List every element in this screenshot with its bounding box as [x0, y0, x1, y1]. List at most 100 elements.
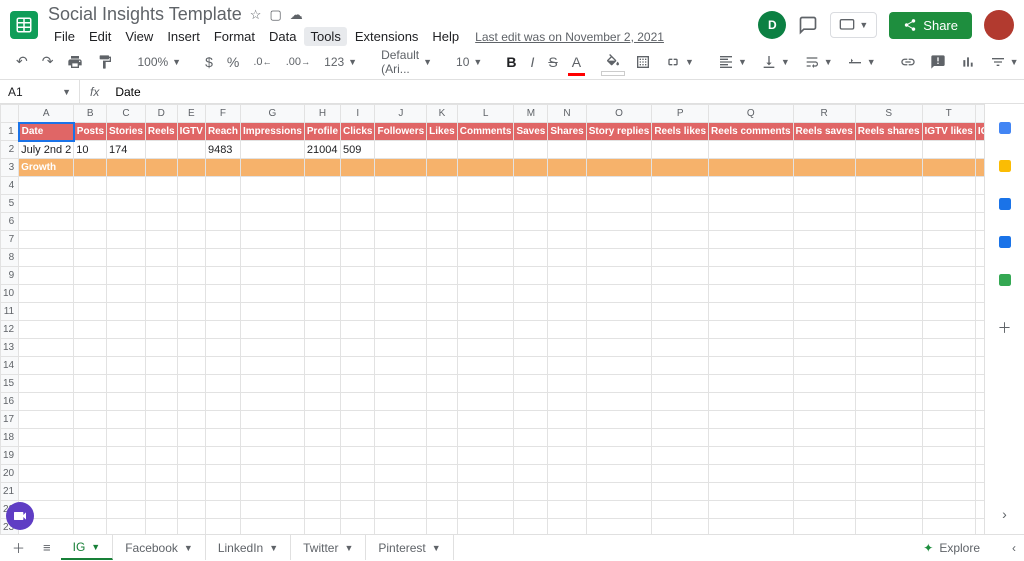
user-avatar[interactable] — [984, 10, 1014, 40]
cell-G7[interactable] — [240, 231, 304, 249]
filter-button[interactable]: ▼ — [984, 52, 1024, 72]
col-header-K[interactable]: K — [427, 105, 458, 123]
cell-M1[interactable]: Saves — [514, 123, 548, 141]
cell-I17[interactable] — [341, 411, 375, 429]
cell-C18[interactable] — [107, 429, 146, 447]
cell-J22[interactable] — [375, 501, 427, 519]
col-header-H[interactable]: H — [304, 105, 340, 123]
cell-K4[interactable] — [427, 177, 458, 195]
star-icon[interactable]: ☆ — [250, 7, 262, 23]
cell-E13[interactable] — [177, 339, 205, 357]
cell-K13[interactable] — [427, 339, 458, 357]
cell-R22[interactable] — [793, 501, 855, 519]
cell-E10[interactable] — [177, 285, 205, 303]
col-header-M[interactable]: M — [514, 105, 548, 123]
cell-D11[interactable] — [145, 303, 177, 321]
cell-C9[interactable] — [107, 267, 146, 285]
cell-L8[interactable] — [457, 249, 514, 267]
sheet-tab-linkedin[interactable]: LinkedIn▼ — [206, 535, 291, 560]
cell-S3[interactable] — [855, 159, 922, 177]
cell-R23[interactable] — [793, 519, 855, 535]
cell-L20[interactable] — [457, 465, 514, 483]
cell-C14[interactable] — [107, 357, 146, 375]
cell-Q1[interactable]: Reels comments — [709, 123, 793, 141]
cell-I7[interactable] — [341, 231, 375, 249]
cell-K11[interactable] — [427, 303, 458, 321]
cell-N13[interactable] — [548, 339, 586, 357]
cell-P4[interactable] — [652, 177, 709, 195]
cell-A8[interactable] — [19, 249, 74, 267]
col-header-P[interactable]: P — [652, 105, 709, 123]
rotate-button[interactable]: ▼ — [841, 52, 882, 72]
borders-button[interactable] — [629, 50, 657, 74]
cell-R18[interactable] — [793, 429, 855, 447]
row-header-13[interactable]: 13 — [1, 339, 19, 357]
cell-B22[interactable] — [74, 501, 107, 519]
cell-D9[interactable] — [145, 267, 177, 285]
cell-E17[interactable] — [177, 411, 205, 429]
formula-input[interactable] — [109, 85, 1024, 99]
cell-K18[interactable] — [427, 429, 458, 447]
cell-J21[interactable] — [375, 483, 427, 501]
cell-M19[interactable] — [514, 447, 548, 465]
cell-R4[interactable] — [793, 177, 855, 195]
cell-T19[interactable] — [922, 447, 975, 465]
cell-Q2[interactable] — [709, 141, 793, 159]
cell-Q21[interactable] — [709, 483, 793, 501]
cell-N12[interactable] — [548, 321, 586, 339]
cell-Q5[interactable] — [709, 195, 793, 213]
cell-E5[interactable] — [177, 195, 205, 213]
cell-R21[interactable] — [793, 483, 855, 501]
cell-U19[interactable] — [975, 447, 984, 465]
cell-H9[interactable] — [304, 267, 340, 285]
cell-E12[interactable] — [177, 321, 205, 339]
cell-P5[interactable] — [652, 195, 709, 213]
cell-Q8[interactable] — [709, 249, 793, 267]
cell-G17[interactable] — [240, 411, 304, 429]
row-header-15[interactable]: 15 — [1, 375, 19, 393]
cell-O3[interactable] — [586, 159, 652, 177]
cell-J2[interactable] — [375, 141, 427, 159]
cell-I11[interactable] — [341, 303, 375, 321]
cell-U1[interactable]: IGTV — [975, 123, 984, 141]
cell-Q17[interactable] — [709, 411, 793, 429]
cell-O19[interactable] — [586, 447, 652, 465]
cell-F19[interactable] — [205, 447, 240, 465]
cell-O1[interactable]: Story replies — [586, 123, 652, 141]
cell-F10[interactable] — [205, 285, 240, 303]
bold-button[interactable]: B — [500, 50, 522, 74]
cell-B11[interactable] — [74, 303, 107, 321]
cell-J12[interactable] — [375, 321, 427, 339]
cell-F9[interactable] — [205, 267, 240, 285]
cell-P10[interactable] — [652, 285, 709, 303]
cell-O2[interactable] — [586, 141, 652, 159]
cell-I8[interactable] — [341, 249, 375, 267]
cell-R11[interactable] — [793, 303, 855, 321]
cell-D6[interactable] — [145, 213, 177, 231]
cell-H20[interactable] — [304, 465, 340, 483]
cell-D4[interactable] — [145, 177, 177, 195]
cell-T5[interactable] — [922, 195, 975, 213]
cell-D15[interactable] — [145, 375, 177, 393]
cell-F21[interactable] — [205, 483, 240, 501]
cell-F22[interactable] — [205, 501, 240, 519]
cell-U22[interactable] — [975, 501, 984, 519]
cell-E6[interactable] — [177, 213, 205, 231]
cell-R10[interactable] — [793, 285, 855, 303]
cell-G5[interactable] — [240, 195, 304, 213]
cell-L12[interactable] — [457, 321, 514, 339]
cell-S21[interactable] — [855, 483, 922, 501]
cell-T16[interactable] — [922, 393, 975, 411]
cell-H10[interactable] — [304, 285, 340, 303]
row-header-18[interactable]: 18 — [1, 429, 19, 447]
row-header-9[interactable]: 9 — [1, 267, 19, 285]
cell-N20[interactable] — [548, 465, 586, 483]
cell-P15[interactable] — [652, 375, 709, 393]
row-header-11[interactable]: 11 — [1, 303, 19, 321]
cell-J9[interactable] — [375, 267, 427, 285]
cell-P11[interactable] — [652, 303, 709, 321]
cell-K5[interactable] — [427, 195, 458, 213]
cell-O13[interactable] — [586, 339, 652, 357]
cell-S10[interactable] — [855, 285, 922, 303]
cell-S8[interactable] — [855, 249, 922, 267]
